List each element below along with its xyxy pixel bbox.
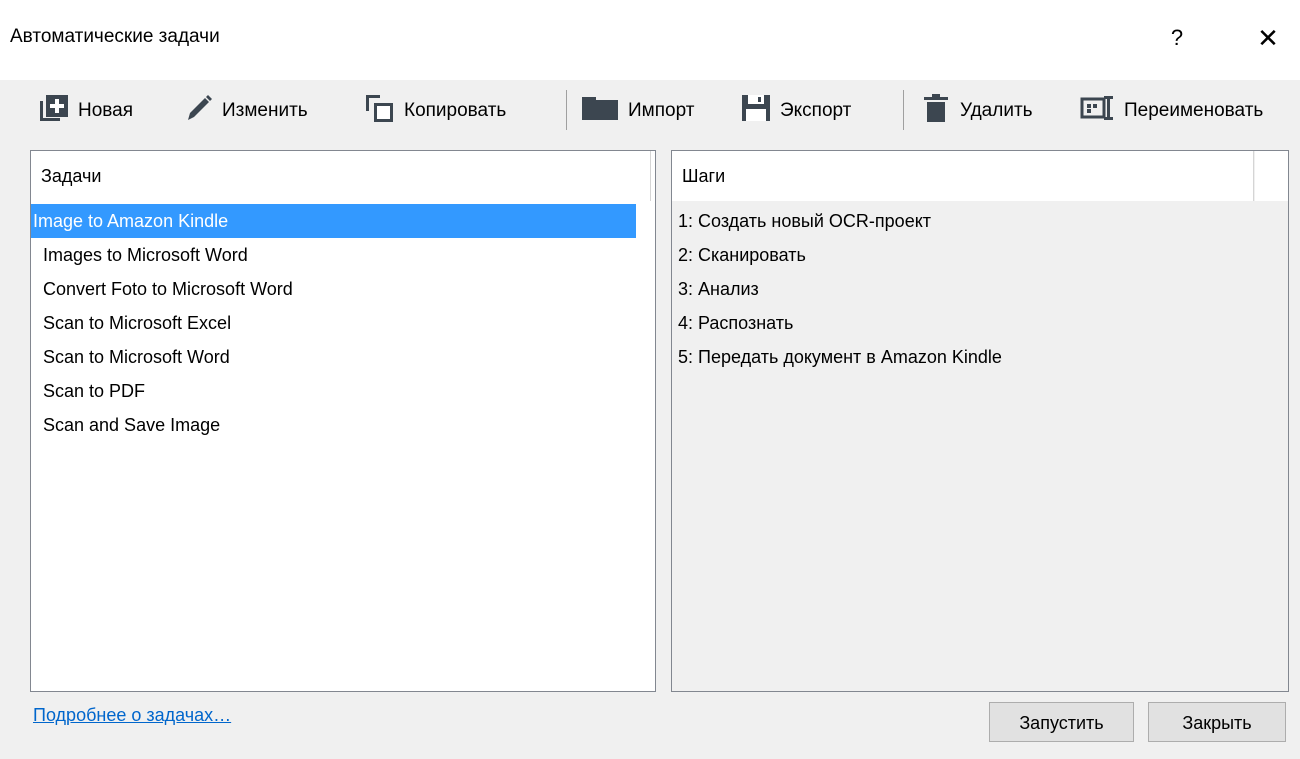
column-header-filler (1255, 151, 1288, 201)
toolbar-separator (903, 90, 904, 130)
edit-task-label: Изменить (222, 100, 308, 121)
step-list-item[interactable]: 1: Создать новый OCR-проект (672, 204, 1288, 238)
run-button[interactable]: Запустить (989, 702, 1134, 742)
folder-icon (580, 93, 620, 129)
trash-icon (920, 93, 952, 129)
tasks-column-header[interactable]: Задачи (31, 151, 651, 201)
steps-column-header[interactable]: Шаги (672, 151, 1254, 201)
new-icon (38, 93, 70, 129)
step-list-item[interactable]: 4: Распознать (672, 306, 1288, 340)
pencil-icon (184, 93, 214, 129)
export-label: Экспорт (780, 100, 852, 121)
steps-list-panel[interactable]: Шаги 1: Создать новый OCR-проект 2: Скан… (671, 150, 1289, 692)
task-list-item[interactable]: Image to Amazon Kindle (31, 204, 636, 238)
step-list-item[interactable]: 5: Передать документ в Amazon Kindle (672, 340, 1288, 374)
task-list-item[interactable]: Scan to Microsoft Word (31, 340, 636, 374)
close-button[interactable]: Закрыть (1148, 702, 1286, 742)
save-icon (740, 93, 772, 129)
copy-task-label: Копировать (404, 100, 507, 121)
edit-task-button[interactable]: Изменить (184, 94, 308, 128)
task-list-item[interactable]: Images to Microsoft Word (31, 238, 636, 272)
more-about-tasks-link[interactable]: Подробнее о задачах… (33, 705, 231, 726)
tasks-list: Image to Amazon Kindle Images to Microso… (31, 204, 655, 442)
step-list-item[interactable]: 3: Анализ (672, 272, 1288, 306)
import-button[interactable]: Импорт (580, 94, 694, 128)
copy-icon (364, 93, 396, 129)
steps-list: 1: Создать новый OCR-проект 2: Сканирова… (672, 204, 1288, 374)
task-list-item[interactable]: Convert Foto to Microsoft Word (31, 272, 636, 306)
rename-label: Переименовать (1124, 100, 1264, 121)
toolbar: Новая Изменить Копировать Импорт Экспорт… (0, 80, 1300, 140)
toolbar-separator (566, 90, 567, 130)
import-label: Импорт (628, 100, 695, 121)
copy-task-button[interactable]: Копировать (364, 94, 506, 128)
task-list-item[interactable]: Scan to Microsoft Excel (31, 306, 636, 340)
close-window-button[interactable]: ✕ (1246, 20, 1290, 56)
task-list-item[interactable]: Scan to PDF (31, 374, 636, 408)
task-list-item[interactable]: Scan and Save Image (31, 408, 636, 442)
new-task-label: Новая (78, 100, 134, 121)
rename-button[interactable]: Переименовать (1080, 94, 1263, 128)
delete-button[interactable]: Удалить (920, 94, 1033, 128)
title-bar: Автоматические задачи ? ✕ (0, 0, 1300, 80)
rename-icon (1080, 93, 1116, 129)
tasks-list-panel[interactable]: Задачи Image to Amazon Kindle Images to … (30, 150, 656, 692)
export-button[interactable]: Экспорт (740, 94, 851, 128)
step-list-item[interactable]: 2: Сканировать (672, 238, 1288, 272)
new-task-button[interactable]: Новая (38, 94, 133, 128)
window-title: Автоматические задачи (10, 26, 220, 47)
delete-label: Удалить (960, 100, 1033, 121)
help-button[interactable]: ? (1160, 20, 1194, 56)
